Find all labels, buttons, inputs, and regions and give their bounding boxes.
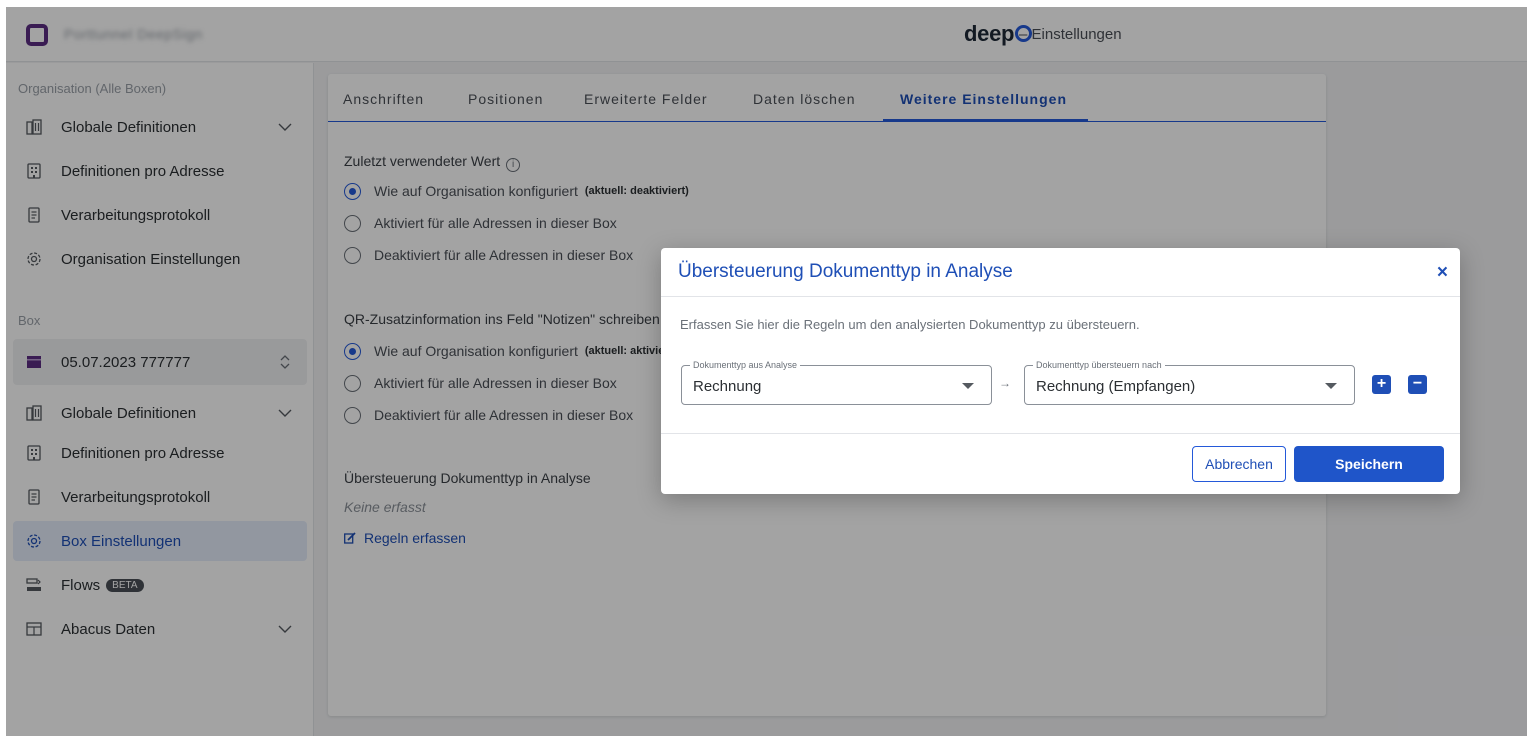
field-label: Dokumenttyp aus Analyse [690,359,801,371]
field-value: Rechnung [693,378,762,395]
close-icon[interactable]: × [1437,262,1448,284]
dialog-title: Übersteuerung Dokumenttyp in Analyse [678,261,1013,282]
cancel-button[interactable]: Abbrechen [1192,446,1286,482]
doc-type-to-select[interactable]: Dokumenttyp übersteuern nach Rechnung (E… [1024,359,1355,405]
add-rule-button[interactable]: + [1372,375,1391,394]
caret-down-icon [962,383,974,389]
dialog-divider-bottom [661,433,1460,434]
save-button[interactable]: Speichern [1294,446,1444,482]
field-label: Dokumenttyp übersteuern nach [1033,359,1165,371]
remove-rule-button[interactable]: − [1408,375,1427,394]
caret-down-icon [1325,383,1337,389]
field-value: Rechnung (Empfangen) [1036,378,1196,395]
doc-type-from-select[interactable]: Dokumenttyp aus Analyse Rechnung [681,359,992,405]
override-dialog: Übersteuerung Dokumenttyp in Analyse × E… [661,248,1460,494]
dialog-divider-top [661,296,1460,297]
dialog-description: Erfassen Sie hier die Regeln um den anal… [680,317,1140,332]
arrow-right-icon: → [999,376,1011,390]
